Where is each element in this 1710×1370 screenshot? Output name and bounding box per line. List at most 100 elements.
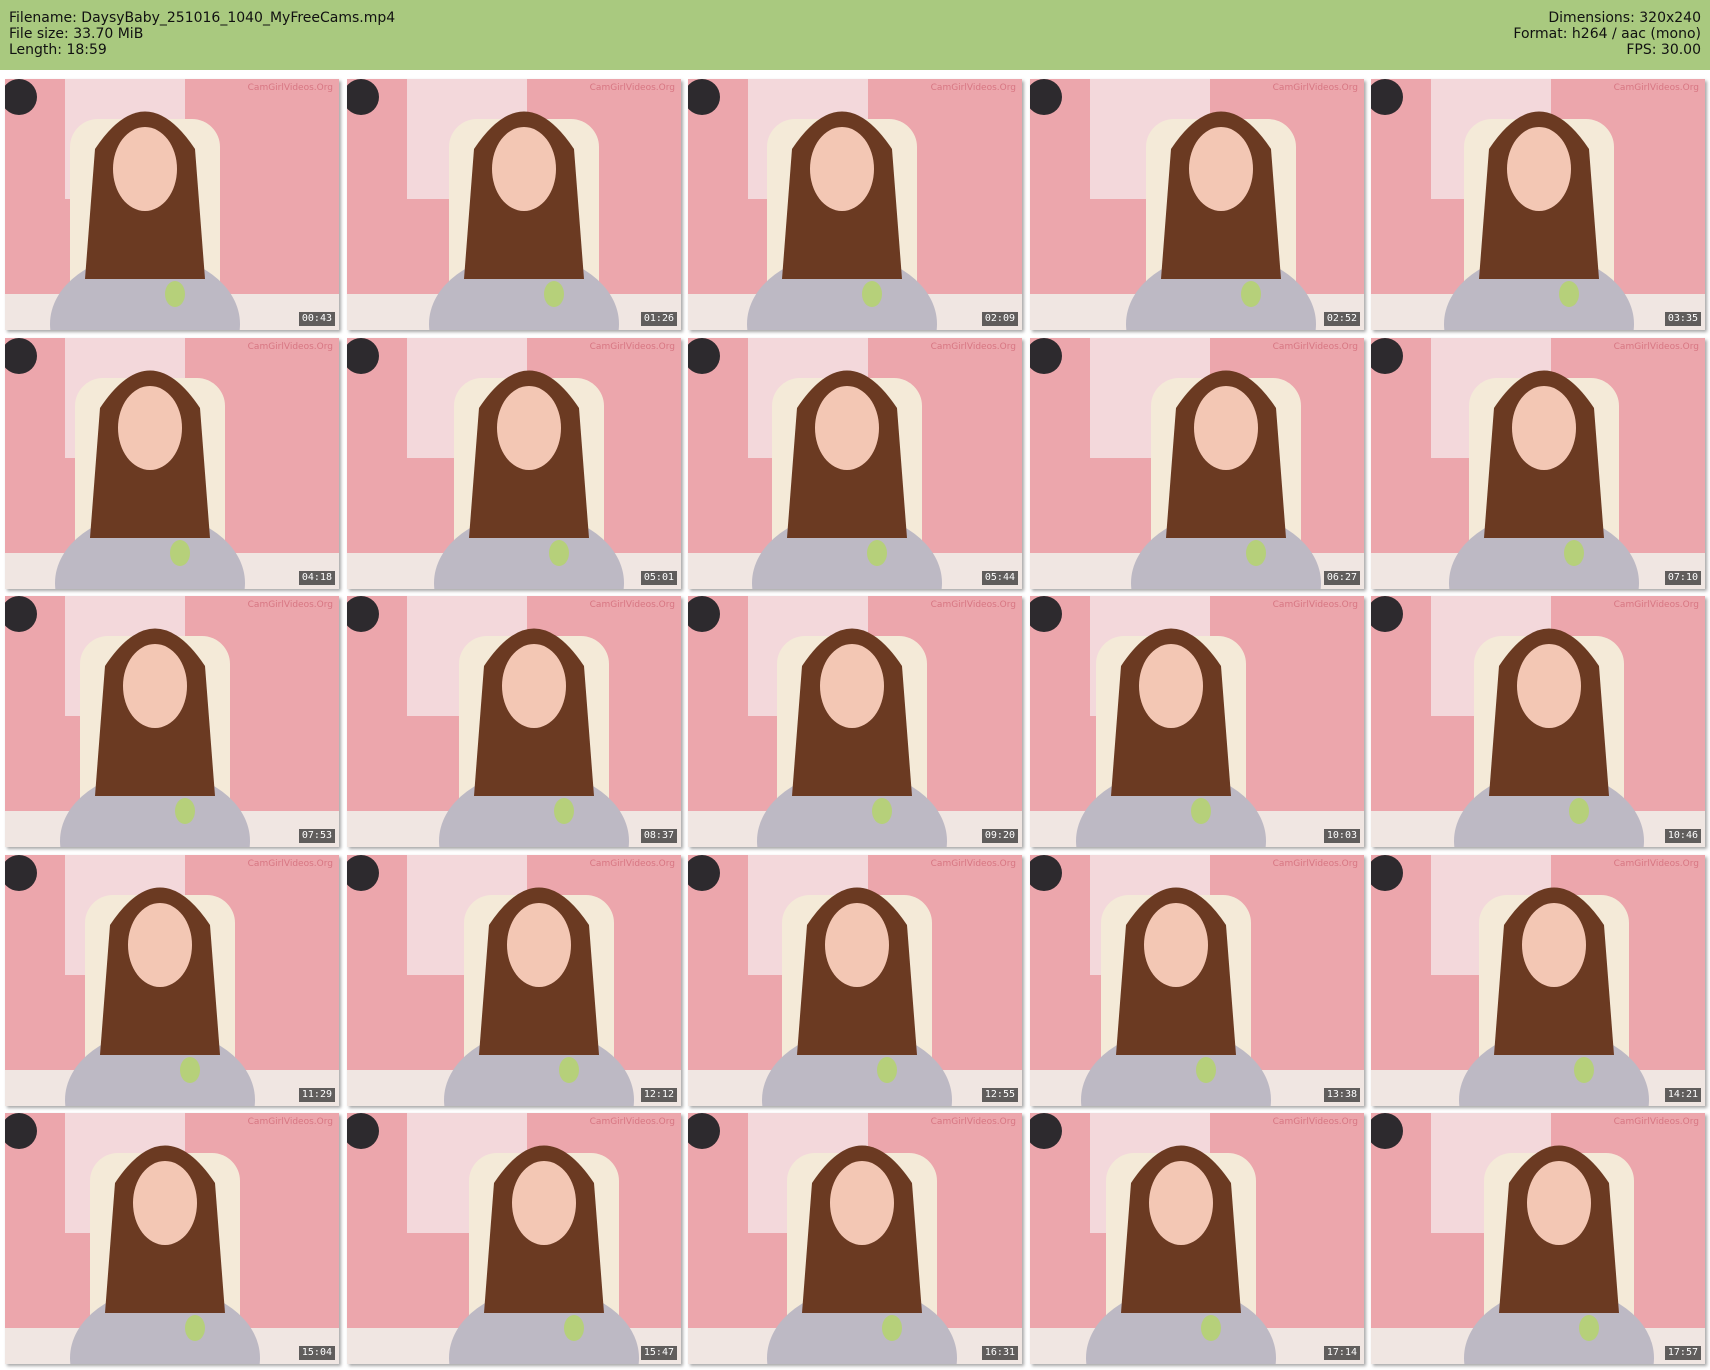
video-thumbnail: CamGirlVideos.Org 15:47 <box>347 1113 681 1364</box>
watermark-text: CamGirlVideos.Org <box>930 600 1016 610</box>
video-frame <box>347 855 681 1106</box>
video-frame <box>688 855 1022 1106</box>
video-thumbnail: CamGirlVideos.Org 11:29 <box>5 855 339 1106</box>
video-frame <box>5 1113 339 1364</box>
video-frame <box>1371 79 1705 330</box>
video-thumbnail: CamGirlVideos.Org 12:12 <box>347 855 681 1106</box>
watermark-text: CamGirlVideos.Org <box>589 342 675 352</box>
video-thumbnail: CamGirlVideos.Org 01:26 <box>347 79 681 330</box>
video-frame <box>347 1113 681 1364</box>
timestamp-label: 17:14 <box>1323 1346 1360 1360</box>
video-frame <box>1371 1113 1705 1364</box>
timestamp-label: 15:47 <box>640 1346 677 1360</box>
video-frame <box>5 855 339 1106</box>
timestamp-label: 01:26 <box>640 312 677 326</box>
timestamp-label: 02:09 <box>981 312 1018 326</box>
watermark-text: CamGirlVideos.Org <box>1613 859 1699 869</box>
watermark-text: CamGirlVideos.Org <box>1272 342 1358 352</box>
video-frame <box>688 79 1022 330</box>
format-text: Format: h264 / aac (mono) <box>1513 26 1701 42</box>
timestamp-label: 07:10 <box>1664 571 1701 585</box>
file-info: Filename: DaysyBaby_251016_1040_MyFreeCa… <box>9 10 395 58</box>
timestamp-label: 02:52 <box>1323 312 1360 326</box>
video-frame <box>347 596 681 847</box>
video-thumbnail: CamGirlVideos.Org 12:55 <box>688 855 1022 1106</box>
video-thumbnail: CamGirlVideos.Org 16:31 <box>688 1113 1022 1364</box>
video-thumbnail: CamGirlVideos.Org 06:27 <box>1030 338 1364 589</box>
length-text: Length: 18:59 <box>9 42 107 58</box>
watermark-text: CamGirlVideos.Org <box>1613 600 1699 610</box>
timestamp-label: 12:55 <box>981 1088 1018 1102</box>
video-thumbnail: CamGirlVideos.Org 05:44 <box>688 338 1022 589</box>
video-frame <box>1030 1113 1364 1364</box>
thumbnail-grid: CamGirlVideos.Org 00:43 CamGirlVideos.Org 0… <box>5 79 1705 1366</box>
video-thumbnail: CamGirlVideos.Org 00:43 <box>5 79 339 330</box>
video-thumbnail: CamGirlVideos.Org 09:20 <box>688 596 1022 847</box>
watermark-text: CamGirlVideos.Org <box>1272 600 1358 610</box>
timestamp-label: 03:35 <box>1664 312 1701 326</box>
video-frame <box>688 596 1022 847</box>
watermark-text: CamGirlVideos.Org <box>1613 1117 1699 1127</box>
video-frame <box>347 338 681 589</box>
video-thumbnail: CamGirlVideos.Org 14:21 <box>1371 855 1705 1106</box>
video-frame <box>5 79 339 330</box>
timestamp-label: 12:12 <box>640 1088 677 1102</box>
video-frame <box>688 338 1022 589</box>
video-thumbnail: CamGirlVideos.Org 05:01 <box>347 338 681 589</box>
timestamp-label: 17:57 <box>1664 1346 1701 1360</box>
video-thumbnail: CamGirlVideos.Org 15:04 <box>5 1113 339 1364</box>
video-frame <box>5 338 339 589</box>
info-header: Filename: DaysyBaby_251016_1040_MyFreeCa… <box>0 0 1710 70</box>
timestamp-label: 15:04 <box>298 1346 335 1360</box>
watermark-text: CamGirlVideos.Org <box>1613 83 1699 93</box>
video-frame <box>1371 596 1705 847</box>
filename-text: Filename: DaysyBaby_251016_1040_MyFreeCa… <box>9 10 396 26</box>
timestamp-label: 11:29 <box>298 1088 335 1102</box>
timestamp-label: 06:27 <box>1323 571 1360 585</box>
timestamp-label: 05:01 <box>640 571 677 585</box>
timestamp-label: 14:21 <box>1664 1088 1701 1102</box>
timestamp-label: 09:20 <box>981 829 1018 843</box>
watermark-text: CamGirlVideos.Org <box>930 859 1016 869</box>
timestamp-label: 13:38 <box>1323 1088 1360 1102</box>
watermark-text: CamGirlVideos.Org <box>247 600 333 610</box>
video-frame <box>1030 855 1364 1106</box>
watermark-text: CamGirlVideos.Org <box>247 859 333 869</box>
timestamp-label: 10:46 <box>1664 829 1701 843</box>
video-frame <box>1371 338 1705 589</box>
video-thumbnail: CamGirlVideos.Org 17:14 <box>1030 1113 1364 1364</box>
fps-text: FPS: 30.00 <box>1626 42 1701 58</box>
video-thumbnail: CamGirlVideos.Org 13:38 <box>1030 855 1364 1106</box>
watermark-text: CamGirlVideos.Org <box>589 600 675 610</box>
video-frame <box>347 79 681 330</box>
video-thumbnail: CamGirlVideos.Org 02:52 <box>1030 79 1364 330</box>
timestamp-label: 07:53 <box>298 829 335 843</box>
video-frame <box>5 596 339 847</box>
video-frame <box>1030 79 1364 330</box>
watermark-text: CamGirlVideos.Org <box>930 83 1016 93</box>
video-frame <box>1030 338 1364 589</box>
watermark-text: CamGirlVideos.Org <box>589 859 675 869</box>
video-thumbnail: CamGirlVideos.Org 17:57 <box>1371 1113 1705 1364</box>
video-thumbnail: CamGirlVideos.Org 07:10 <box>1371 338 1705 589</box>
watermark-text: CamGirlVideos.Org <box>589 1117 675 1127</box>
timestamp-label: 10:03 <box>1323 829 1360 843</box>
watermark-text: CamGirlVideos.Org <box>1272 83 1358 93</box>
watermark-text: CamGirlVideos.Org <box>247 83 333 93</box>
video-frame <box>1030 596 1364 847</box>
video-frame <box>1371 855 1705 1106</box>
video-thumbnail: CamGirlVideos.Org 03:35 <box>1371 79 1705 330</box>
video-thumbnail: CamGirlVideos.Org 04:18 <box>5 338 339 589</box>
video-thumbnail: CamGirlVideos.Org 02:09 <box>688 79 1022 330</box>
watermark-text: CamGirlVideos.Org <box>247 1117 333 1127</box>
timestamp-label: 04:18 <box>298 571 335 585</box>
watermark-text: CamGirlVideos.Org <box>930 1117 1016 1127</box>
video-thumbnail: CamGirlVideos.Org 10:03 <box>1030 596 1364 847</box>
video-thumbnail: CamGirlVideos.Org 08:37 <box>347 596 681 847</box>
video-frame <box>688 1113 1022 1364</box>
dimensions-text: Dimensions: 320x240 <box>1548 10 1701 26</box>
stream-info: Dimensions: 320x240 Format: h264 / aac (… <box>1513 10 1701 58</box>
video-thumbnail: CamGirlVideos.Org 10:46 <box>1371 596 1705 847</box>
watermark-text: CamGirlVideos.Org <box>1272 1117 1358 1127</box>
timestamp-label: 16:31 <box>981 1346 1018 1360</box>
